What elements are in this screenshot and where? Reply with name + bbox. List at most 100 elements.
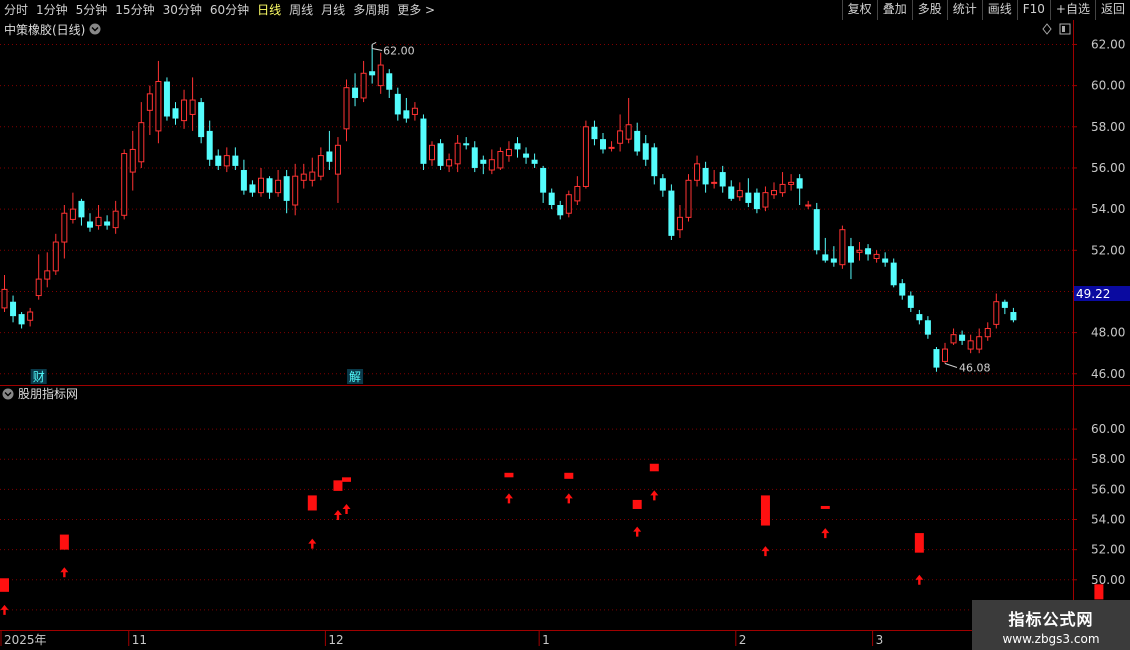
- candle-body: [839, 229, 846, 266]
- candle-body: [865, 248, 872, 255]
- candle-body: [976, 336, 983, 350]
- indicator-tick-label: 52.00: [1091, 543, 1125, 557]
- candle-body: [993, 301, 1000, 325]
- candle-body: [411, 107, 418, 115]
- candle-body: [420, 118, 427, 164]
- indicator-tick-label: 58.00: [1091, 452, 1125, 466]
- toolbar-button-6[interactable]: +自选: [1049, 0, 1095, 20]
- candle-body: [369, 71, 376, 76]
- toolbar-button-5[interactable]: F10: [1016, 0, 1050, 20]
- period-tab-5[interactable]: 60分钟: [206, 0, 253, 20]
- candle-body: [548, 192, 555, 205]
- candle-body: [822, 254, 829, 261]
- candle-body: [1, 288, 8, 309]
- candle-body: [181, 99, 188, 122]
- candle-body: [890, 262, 897, 286]
- price-tick-label: 62.00: [1091, 37, 1125, 51]
- candle-body: [711, 181, 718, 184]
- candle-body: [702, 167, 709, 185]
- signal-bar: [59, 534, 69, 550]
- candle-body: [215, 155, 222, 166]
- candle-body: [223, 155, 230, 167]
- period-tabs: 分时 1分钟 5分钟 15分钟 30分钟 60分钟 日线 周线 月线 多周期 更多 >: [0, 0, 439, 20]
- event-marker: 解: [349, 370, 361, 384]
- candle-body: [266, 178, 273, 193]
- period-tab-3[interactable]: 15分钟: [111, 0, 158, 20]
- toolbar-button-7[interactable]: 返回: [1094, 0, 1130, 20]
- period-tab-10[interactable]: 更多 >: [393, 0, 439, 20]
- candle-body: [830, 258, 837, 263]
- candle-body: [69, 208, 76, 220]
- signal-bar: [820, 505, 830, 509]
- period-tab-6[interactable]: 日线: [253, 0, 285, 20]
- candle-body: [557, 205, 564, 216]
- kline-chart[interactable]: 62.00 60.00 58.00 56.00 54.00 52.00 50.00 48.00…: [0, 20, 1130, 650]
- candle-body: [10, 301, 17, 317]
- date-label: 11: [132, 633, 147, 647]
- candle-body: [454, 142, 461, 165]
- candle-body: [87, 221, 93, 228]
- price-tick-label: 54.00: [1091, 202, 1125, 216]
- signal-bar: [307, 495, 317, 511]
- candle-body: [275, 179, 282, 194]
- period-tab-2[interactable]: 5分钟: [72, 0, 112, 20]
- toolbar-button-4[interactable]: 画线: [981, 0, 1017, 20]
- candle-body: [565, 194, 572, 214]
- price-tick-label: 60.00: [1091, 79, 1125, 93]
- period-tab-1[interactable]: 1分钟: [32, 0, 72, 20]
- period-tab-0[interactable]: 分时: [0, 0, 32, 20]
- candle-body: [292, 175, 299, 206]
- price-tick-label: 58.00: [1091, 120, 1125, 134]
- indicator-settings-icon[interactable]: [2, 388, 14, 400]
- indicator-panel-title: 股朋指标网: [18, 386, 78, 401]
- candle-body: [933, 349, 940, 368]
- candle-body: [882, 258, 889, 263]
- date-label: 12: [328, 633, 343, 647]
- period-tab-4[interactable]: 30分钟: [159, 0, 206, 20]
- toolbar-button-2[interactable]: 多股: [911, 0, 947, 20]
- candle-body: [497, 150, 504, 169]
- candle-body: [61, 212, 68, 243]
- candle-body: [694, 163, 701, 181]
- candle-body: [771, 190, 777, 196]
- candle-body: [206, 130, 213, 160]
- signal-bar: [632, 499, 642, 509]
- candle-body: [514, 143, 521, 150]
- candle-body: [762, 192, 769, 208]
- candle-body: [129, 148, 136, 173]
- candle-body: [249, 184, 256, 193]
- candle-body: [617, 130, 624, 144]
- main-panel-settings-icon[interactable]: [89, 23, 101, 35]
- price-tick-label: 48.00: [1091, 326, 1125, 340]
- candle-body: [95, 216, 102, 227]
- indicator-tick-label: 50.00: [1091, 573, 1125, 587]
- candle-body: [112, 210, 119, 229]
- candle-body: [480, 159, 487, 164]
- candle-body: [813, 209, 820, 251]
- price-tick-label: 46.00: [1091, 367, 1125, 381]
- toolbar-button-0[interactable]: 复权: [841, 0, 877, 20]
- candle-body: [163, 81, 170, 117]
- main-panel-title: 中策橡胶(日线): [4, 22, 85, 37]
- indicator-tick-label: 56.00: [1091, 482, 1125, 496]
- price-tick-label: 52.00: [1091, 243, 1125, 257]
- candle-body: [360, 72, 367, 99]
- period-tab-8[interactable]: 月线: [317, 0, 349, 20]
- period-tab-9[interactable]: 多周期: [349, 0, 393, 20]
- toolbar-button-1[interactable]: 叠加: [876, 0, 912, 20]
- candle-body: [27, 311, 34, 321]
- toolbar-button-3[interactable]: 统计: [946, 0, 982, 20]
- period-tab-7[interactable]: 周线: [285, 0, 317, 20]
- candle-body: [429, 144, 435, 161]
- candle-body: [796, 178, 803, 189]
- signal-bar: [649, 463, 659, 472]
- candle-body: [18, 314, 25, 325]
- candle-body: [873, 253, 880, 260]
- candle-body: [377, 64, 384, 87]
- date-label: 2: [739, 633, 747, 647]
- candle-body: [44, 270, 51, 280]
- candle-body: [317, 155, 324, 177]
- date-label: 1: [542, 633, 550, 647]
- candle-body: [463, 143, 470, 146]
- candle-body: [582, 126, 589, 187]
